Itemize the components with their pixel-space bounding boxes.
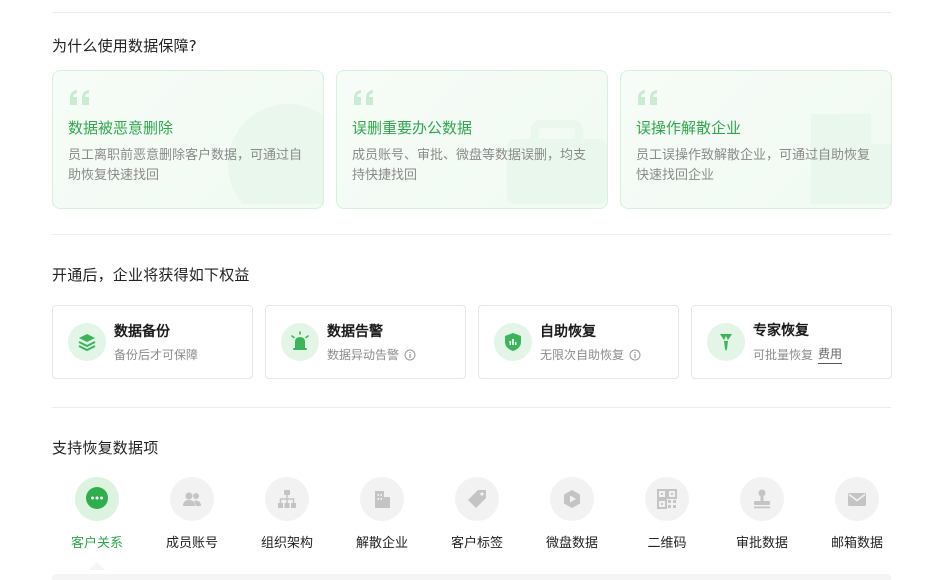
item-customer-relation[interactable]: 客户关系	[52, 477, 142, 551]
items-section-title: 支持恢复数据项	[52, 439, 159, 457]
building-icon	[360, 477, 404, 521]
section-divider	[52, 234, 891, 235]
drive-icon	[550, 477, 594, 521]
info-icon[interactable]	[629, 349, 641, 361]
why-card-desc: 员工离职前恶意删除客户数据，可通过自助恢复快速找回	[68, 148, 303, 183]
why-card-desc: 成员账号、审批、微盘等数据误删，均支持快捷找回	[352, 148, 587, 183]
shield-chart-icon	[494, 323, 532, 361]
layers-icon	[68, 323, 106, 361]
mail-icon	[835, 477, 879, 521]
item-org-structure[interactable]: 组织架构	[242, 477, 332, 551]
why-section-title: 为什么使用数据保障?	[52, 37, 197, 55]
benefits-section-title: 开通后，企业将获得如下权益	[52, 266, 250, 284]
item-label: 二维码	[647, 536, 687, 551]
item-label: 组织架构	[260, 536, 313, 551]
benefit-card-alarm: 数据告警 数据异动告警	[265, 305, 466, 379]
item-mail-data[interactable]: 邮箱数据	[812, 477, 902, 551]
item-member-account[interactable]: 成员账号	[147, 477, 237, 551]
members-icon	[170, 477, 214, 521]
why-card-title: 误操作解散企业	[636, 119, 742, 137]
why-cards: 数据被恶意删除 员工离职前恶意删除客户数据，可通过自助恢复快速找回 误删重要办公…	[52, 70, 892, 209]
info-icon[interactable]	[404, 349, 416, 361]
alarm-icon	[281, 323, 319, 361]
item-label: 解散企业	[355, 536, 408, 551]
benefit-card-expert-restore: 专家恢复 可批量恢复 费用	[691, 305, 892, 379]
why-card-mistaken-delete: 误删重要办公数据 成员账号、审批、微盘等数据误删，均支持快捷找回	[336, 70, 608, 209]
item-label: 邮箱数据	[830, 536, 883, 551]
org-chart-icon	[265, 477, 309, 521]
item-label: 成员账号	[165, 536, 218, 551]
item-label: 客户关系	[70, 536, 123, 551]
item-qrcode[interactable]: 二维码	[622, 477, 712, 551]
benefit-title: 专家恢复	[753, 323, 809, 339]
benefit-desc: 可批量恢复	[753, 348, 814, 362]
why-card-dissolve-company: 误操作解散企业 员工误操作致解散企业，可通过自助恢复快速找回企业	[620, 70, 892, 209]
why-card-malicious-delete: 数据被恶意删除 员工离职前恶意删除客户数据，可通过自助恢复快速找回	[52, 70, 324, 209]
benefit-desc: 备份后才可保障	[114, 348, 199, 362]
why-card-desc: 员工误操作致解散企业，可通过自助恢复快速找回企业	[636, 148, 871, 183]
item-label: 微盘数据	[545, 536, 598, 551]
why-card-title: 数据被恶意删除	[68, 119, 174, 137]
item-drive-data[interactable]: 微盘数据	[527, 477, 617, 551]
benefit-desc: 无限次自助恢复	[540, 348, 625, 362]
benefit-cards: 数据备份 备份后才可保障 数据告警 数据异动告警 自助恢复 无限次自助恢复 专家…	[52, 305, 892, 379]
qrcode-icon	[645, 477, 689, 521]
benefit-title: 自助恢复	[540, 324, 596, 340]
item-label: 客户标签	[450, 536, 503, 551]
chat-icon	[75, 477, 119, 521]
top-divider	[52, 12, 891, 13]
active-item-pointer	[89, 562, 105, 570]
expert-icon	[707, 323, 745, 361]
item-customer-tag[interactable]: 客户标签	[432, 477, 522, 551]
item-approval-data[interactable]: 审批数据	[717, 477, 807, 551]
why-card-title: 误删重要办公数据	[352, 119, 473, 137]
data-items: 客户关系 成员账号 组织架构 解散企业 客户标签 微盘数据 二维码 审批数据 邮…	[52, 477, 892, 570]
fee-link[interactable]: 费用	[818, 345, 843, 364]
benefit-title: 数据告警	[327, 324, 383, 340]
tag-icon	[455, 477, 499, 521]
detail-panel	[52, 574, 891, 580]
benefit-title: 数据备份	[114, 324, 170, 340]
benefit-card-backup: 数据备份 备份后才可保障	[52, 305, 253, 379]
benefit-desc: 数据异动告警	[327, 348, 400, 362]
quote-icon	[352, 89, 592, 107]
section-divider	[52, 407, 891, 408]
stamp-icon	[740, 477, 784, 521]
item-dissolve-company[interactable]: 解散企业	[337, 477, 427, 551]
item-label: 审批数据	[735, 536, 788, 551]
benefit-card-self-restore: 自助恢复 无限次自助恢复	[478, 305, 679, 379]
